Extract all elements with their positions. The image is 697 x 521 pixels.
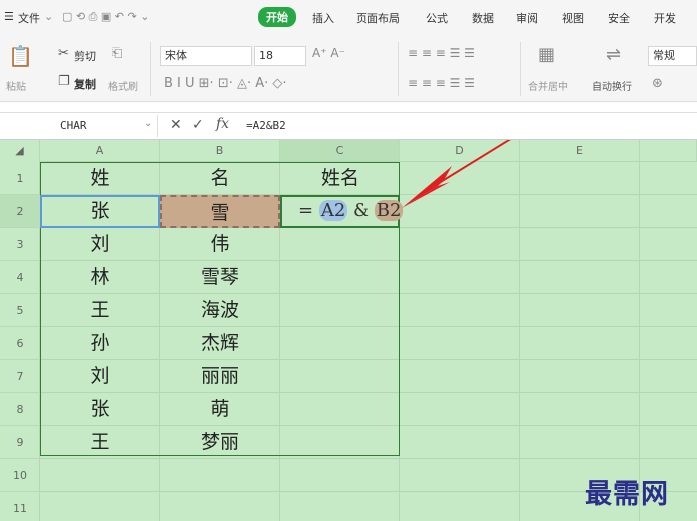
spreadsheet-grid[interactable]: ◢ A B C D E 1 2 3 4 5 6 7 8 9 10 11 姓名姓名张刘伟林雪琴王海波孙… (0, 140, 697, 521)
cell-a9[interactable]: 王 (40, 428, 160, 459)
formula-input[interactable]: =A2&B2 (240, 115, 697, 137)
align-bottom-icons[interactable]: ≡ ≡ ≡ ☰ ☰ (408, 76, 475, 90)
formula-ref-a2: A2 (318, 200, 348, 221)
number-format-select[interactable]: 常规 (648, 46, 697, 66)
divider (150, 42, 151, 96)
chevron-down-icon[interactable]: ⌄ (44, 10, 53, 23)
row-header-1[interactable]: 1 (0, 162, 40, 195)
row-header-3[interactable]: 3 (0, 228, 40, 261)
divider (520, 42, 521, 96)
cell-b2[interactable]: 雪 (160, 198, 280, 226)
font-size-select[interactable]: 18 (254, 46, 306, 66)
tab-review[interactable]: 审阅 (516, 10, 538, 26)
cell-c8[interactable] (280, 395, 400, 426)
currency-icon[interactable]: ⊛ (652, 76, 663, 91)
tab-formulas[interactable]: 公式 (426, 10, 448, 26)
hamburger-icon[interactable]: ☰ (4, 10, 14, 23)
cell-c5[interactable] (280, 296, 400, 327)
tab-view[interactable]: 视图 (562, 10, 584, 26)
merge-icon[interactable]: ▦ (538, 44, 555, 65)
red-arrow-annotation (402, 140, 511, 208)
cell-b1[interactable]: 名 (160, 164, 280, 195)
scissors-icon[interactable]: ✂ (58, 46, 69, 61)
cell-a4[interactable]: 林 (40, 263, 160, 294)
confirm-icon[interactable]: ✓ (192, 117, 204, 133)
row-header-8[interactable]: 8 (0, 393, 40, 426)
cell-b7[interactable]: 丽丽 (160, 362, 280, 393)
wrap-text-icon[interactable]: ⇌ (606, 44, 621, 65)
cell-a2-reference-border (40, 195, 160, 228)
cancel-icon[interactable]: ✕ (170, 117, 182, 133)
cell-c4[interactable] (280, 263, 400, 294)
copy-button[interactable]: 复制 (74, 76, 96, 92)
copy-icon[interactable]: ❐ (58, 74, 70, 89)
gridline-vertical (639, 162, 640, 521)
cell-b5[interactable]: 海波 (160, 296, 280, 327)
tab-developer[interactable]: 开发 (654, 10, 676, 26)
cell-b4[interactable]: 雪琴 (160, 263, 280, 294)
cell-b9[interactable]: 梦丽 (160, 428, 280, 459)
column-header-a[interactable]: A (40, 140, 160, 162)
ribbon: 📋 粘贴 ✂ 剪切 ⎗ ❐ 复制 格式刷 宋体 18 A⁺ A⁻ B I U ⊞… (0, 36, 697, 102)
cell-b6[interactable]: 杰辉 (160, 329, 280, 360)
row-header-10[interactable]: 10 (0, 459, 40, 492)
cell-c7[interactable] (280, 362, 400, 393)
cell-a7[interactable]: 刘 (40, 362, 160, 393)
merge-center-button[interactable]: 合并居中 (528, 78, 568, 93)
cell-b3[interactable]: 伟 (160, 230, 280, 261)
menu-file[interactable]: 文件 (18, 10, 40, 26)
name-box[interactable]: CHAR (0, 115, 158, 137)
divider (398, 42, 399, 96)
chevron-down-icon[interactable]: ⌄ (144, 118, 152, 129)
row-header-11[interactable]: 11 (0, 492, 40, 521)
row-header-7[interactable]: 7 (0, 360, 40, 393)
column-header-blank[interactable] (640, 140, 697, 162)
menu-bar: ☰ 文件 ⌄ ▢ ⟲ ⎙ ▣ ↶ ↷ ⌄ 开始 插入 页面布局 公式 数据 审阅… (0, 0, 697, 36)
quick-access-icons[interactable]: ▢ ⟲ ⎙ ▣ ↶ ↷ ⌄ (62, 10, 149, 24)
font-size-up-icon[interactable]: A⁺ A⁻ (312, 46, 345, 60)
tab-security[interactable]: 安全 (608, 10, 630, 26)
row-header-4[interactable]: 4 (0, 261, 40, 294)
cell-a6[interactable]: 孙 (40, 329, 160, 360)
arrow-head-shadow (402, 182, 450, 208)
formula-ampersand: & (353, 200, 370, 221)
tab-home[interactable]: 开始 (258, 7, 296, 27)
arrow-head (402, 166, 452, 208)
clipboard-icon[interactable]: ⎗ (112, 46, 122, 61)
fx-icon[interactable]: fx (216, 116, 229, 132)
cell-a5[interactable]: 王 (40, 296, 160, 327)
formula-bar: CHAR ⌄ ✕ ✓ fx =A2&B2 (0, 112, 697, 140)
watermark-logo: 最需网 (585, 479, 669, 510)
cell-b8[interactable]: 萌 (160, 395, 280, 426)
select-all-corner[interactable]: ◢ (0, 140, 40, 162)
row-header-2[interactable]: 2 (0, 195, 40, 228)
formula-equals: = (298, 200, 314, 221)
cell-a3[interactable]: 刘 (40, 230, 160, 261)
row-header-6[interactable]: 6 (0, 327, 40, 360)
cell-c9[interactable] (280, 428, 400, 459)
tab-data[interactable]: 数据 (472, 10, 494, 26)
row-header-5[interactable]: 5 (0, 294, 40, 327)
column-header-b[interactable]: B (160, 140, 280, 162)
cell-a8[interactable]: 张 (40, 395, 160, 426)
cell-c6[interactable] (280, 329, 400, 360)
font-style-icons[interactable]: B I U ⊞· ⊡· ◬· A· ◇· (164, 76, 287, 91)
row-header-9[interactable]: 9 (0, 426, 40, 459)
paste-icon[interactable]: 📋 (8, 44, 33, 68)
tab-insert[interactable]: 插入 (312, 10, 334, 26)
paste-button[interactable]: 粘贴 (6, 78, 26, 93)
cut-button[interactable]: 剪切 (74, 48, 96, 64)
font-name-select[interactable]: 宋体 (160, 46, 252, 66)
tab-page-layout[interactable]: 页面布局 (356, 10, 400, 26)
cell-a1[interactable]: 姓 (40, 164, 160, 195)
align-top-icons[interactable]: ≡ ≡ ≡ ☰ ☰ (408, 46, 475, 60)
format-painter-button[interactable]: 格式刷 (108, 78, 138, 93)
wrap-text-button[interactable]: 自动换行 (592, 78, 632, 93)
